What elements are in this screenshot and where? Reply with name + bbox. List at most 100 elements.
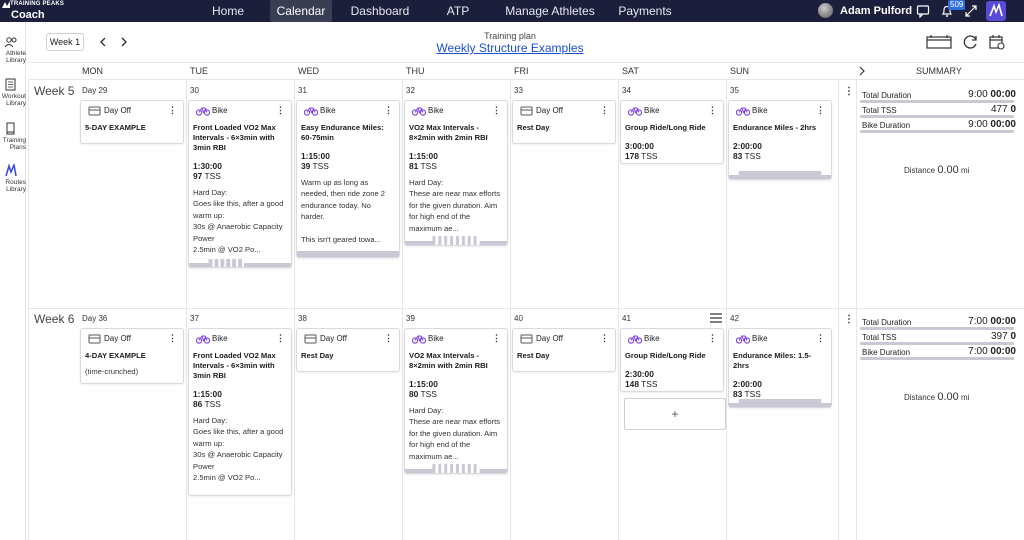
card-title: Easy Endurance Miles: 60-75min [301,123,384,142]
chat-icon[interactable] [916,4,930,18]
card-menu-icon[interactable]: ⋮ [384,333,393,344]
day-number: 32 [406,86,415,95]
week-selector-button[interactable]: Week 1 [46,33,84,51]
workout-card[interactable]: Day Off ⋮ 5-DAY EXAMPLE [80,100,184,144]
nav-home[interactable]: Home [208,0,248,22]
week-divider [28,308,1024,309]
sidebar-item-athlete-library[interactable]: Athlete Library [0,36,26,64]
day-header-tue: TUE [190,66,208,76]
card-menu-icon[interactable]: ⋮ [492,333,501,344]
workout-card[interactable]: Day Off ⋮ 4-DAY EXAMPLE (time-crunched) [80,328,184,384]
card-menu-icon[interactable]: ⋮ [708,333,717,344]
card-menu-icon[interactable]: ⋮ [276,333,285,344]
week-summary: Total Duration 7:00 00:00 Total TSS 397 0 … [858,315,1018,403]
card-tss: 83 TSS [733,151,825,161]
card-menu-icon[interactable]: ⋮ [384,105,393,116]
workout-card[interactable]: Bike ⋮ VO2 Max Intervals - 8×2min with 2m… [404,328,508,474]
week-menu-icon[interactable]: ⋮ [844,86,854,97]
workout-card[interactable]: Bike ⋮ Front Loaded VO2 Max Intervals - 6… [188,100,292,268]
refresh-icon[interactable] [962,34,980,50]
summary-label: Distance [904,393,936,402]
day-off-icon [520,334,533,344]
nav-atp[interactable]: ATP [442,0,474,22]
hamburger-menu-icon[interactable] [710,313,722,323]
card-menu-icon[interactable]: ⋮ [816,333,825,344]
week-view-icon[interactable] [926,34,952,50]
card-duration: 1:15:00 [409,151,438,161]
bike-icon [412,107,426,116]
card-type-label: Bike [212,334,228,343]
trainingpeaks-logo[interactable]: TRAINING PEAKS Coach [2,1,82,21]
card-duration: 1:15:00 [193,389,222,399]
card-type-label: Day Off [536,106,563,115]
card-duration: 1:30:00 [193,161,222,171]
nav-manage-athletes[interactable]: Manage Athletes [504,0,596,22]
app-switcher-button[interactable] [986,1,1006,21]
chevron-left-icon[interactable] [98,36,108,48]
card-tss: 80 TSS [409,389,501,399]
card-duration: 1:15:00 [409,379,438,389]
workout-card[interactable]: Day Off ⋮ Rest Day [512,328,616,372]
workout-profile-chart [297,251,399,257]
sidebar-item-routes-library[interactable]: Routes Library [0,164,26,193]
card-title: Group Ride/Long Ride [625,351,706,360]
add-workout-button[interactable]: + [624,398,726,430]
tss-value: 178 [625,151,639,161]
tss-value: 86 [193,399,203,409]
workout-card[interactable]: Bike ⋮ VO2 Max Intervals - 8×2min with 2m… [404,100,508,246]
card-menu-icon[interactable]: ⋮ [816,105,825,116]
day-header-sun: SUN [730,66,750,76]
card-menu-icon[interactable]: ⋮ [276,105,285,116]
day-number: 41 [622,314,631,323]
nav-calendar[interactable]: Calendar [270,0,332,22]
summary-planned-value: 477 [990,104,1008,115]
summary-progress-bar [860,357,1014,360]
bike-icon [196,335,210,344]
week-menu-icon[interactable]: ⋮ [844,314,854,325]
nav-dashboard[interactable]: Dashboard [348,0,412,22]
expand-icon[interactable] [964,4,978,18]
top-navigation: TRAINING PEAKS Coach Home Calendar Dashb… [0,0,1024,22]
card-menu-icon[interactable]: ⋮ [492,105,501,116]
tss-unit: TSS [420,389,437,399]
card-title: 5-DAY EXAMPLE [85,123,146,132]
summary-header: SUMMARY [916,66,962,76]
workout-card[interactable]: Bike ⋮ Group Ride/Long Ride 3:00:00 178 T… [620,100,724,164]
card-menu-icon[interactable]: ⋮ [168,333,177,344]
workout-card[interactable]: Day Off ⋮ Rest Day [512,100,616,144]
card-type-label: Bike [644,106,660,115]
workout-card[interactable]: Bike ⋮ Group Ride/Long Ride 2:30:00 148 T… [620,328,724,392]
tss-value: 83 [733,151,743,161]
card-menu-icon[interactable]: ⋮ [600,333,609,344]
day-header-fri: FRI [514,66,529,76]
week-label: Week 5 [34,84,75,98]
card-type-label: Bike [428,106,444,115]
nav-payments[interactable]: Payments [618,0,672,22]
sidebar-item-workout-library[interactable]: Workout Library [0,78,26,107]
chevron-right-icon[interactable] [858,66,866,76]
day-header-thu: THU [406,66,425,76]
card-description: Warm up as long as needed, then ride zon… [301,178,386,245]
card-menu-icon[interactable]: ⋮ [600,105,609,116]
workout-card[interactable]: Bike ⋮ Front Loaded VO2 Max Intervals - 6… [188,328,292,496]
card-type-label: Bike [644,334,660,343]
card-menu-icon[interactable]: ⋮ [708,105,717,116]
calendar-settings-icon[interactable] [988,34,1006,50]
distance-value: 0.00 [937,391,959,403]
summary-completed-value: 00:00 [990,89,1016,100]
card-menu-icon[interactable]: ⋮ [168,105,177,116]
workout-card[interactable]: Bike ⋮ Easy Endurance Miles: 60-75min 1:1… [296,100,400,258]
plan-title-link[interactable]: Weekly Structure Examples [400,41,620,55]
card-type-label: Bike [320,106,336,115]
workout-card[interactable]: Day Off ⋮ Rest Day [296,328,400,372]
chevron-right-icon[interactable] [119,36,129,48]
logo-product-name: Coach [11,9,45,21]
summary-planned-value: 7:00 [968,316,988,327]
sidebar-item-training-plans[interactable]: Training Plans [0,122,26,151]
bike-icon [736,335,750,344]
workout-card[interactable]: Bike ⋮ Endurance Miles: 1.5-2hrs 2:00:00 … [728,328,832,408]
summary-total-tss: Total TSS 477 0 [858,103,1018,118]
distance-unit: mi [961,393,970,402]
bike-icon [196,107,210,116]
workout-card[interactable]: Bike ⋮ Endurance Miles - 2hrs 2:00:00 83 … [728,100,832,180]
